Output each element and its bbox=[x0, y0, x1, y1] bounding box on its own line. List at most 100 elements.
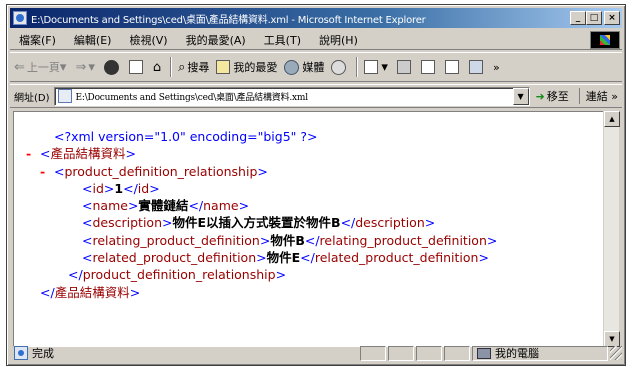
media-label: 媒體 bbox=[302, 61, 325, 74]
status-bar: 完成 我的電腦 bbox=[10, 344, 622, 362]
menu-help[interactable]: 說明(H) bbox=[310, 32, 367, 48]
root-open-line: - <產品結構資料> bbox=[26, 145, 136, 162]
menu-favorites[interactable]: 我的最愛(A) bbox=[177, 32, 255, 48]
minimize-button[interactable]: _ bbox=[570, 11, 586, 25]
mail-button[interactable]: ▾ bbox=[364, 60, 390, 75]
scroll-up-icon[interactable]: ▲ bbox=[604, 111, 620, 127]
document-view[interactable]: <?xml version="1.0" encoding="big5" ?> -… bbox=[13, 111, 614, 347]
go-arrow-icon: ➜ bbox=[535, 89, 545, 103]
history-icon bbox=[331, 59, 347, 75]
root-tag: 產品結構資料 bbox=[50, 146, 126, 162]
menu-bar: 檔案(F) 編輯(E) 檢視(V) 我的最愛(A) 工具(T) 說明(H) bbox=[10, 30, 622, 50]
collapse-relationship-toggle[interactable]: - bbox=[40, 163, 54, 180]
media-icon bbox=[284, 59, 300, 75]
field-close-tag: description bbox=[355, 215, 425, 231]
resize-grip-icon[interactable] bbox=[610, 346, 622, 360]
field-close-tag: related_product_definition bbox=[314, 250, 479, 266]
my-computer-icon bbox=[477, 347, 491, 359]
menu-edit[interactable]: 編輯(E) bbox=[65, 32, 121, 48]
address-label: 網址(D) bbox=[14, 92, 50, 104]
go-button[interactable]: ➜ 移至 bbox=[536, 88, 569, 104]
vertical-scrollbar[interactable]: ▲ ▼ bbox=[603, 111, 620, 347]
discuss-icon bbox=[444, 60, 459, 74]
xml-declaration: <?xml version="1.0" encoding="big5" ?> bbox=[54, 129, 318, 144]
xml-field-line: <relating_product_definition>物件B</relati… bbox=[82, 232, 498, 248]
done-page-icon bbox=[14, 346, 28, 360]
relationship-tag: product_definition_relationship bbox=[64, 163, 258, 179]
xml-field-line: <description>物件E以插入方式裝置於物件B</description… bbox=[82, 215, 436, 231]
history-button[interactable] bbox=[331, 59, 349, 75]
home-button[interactable]: ⌂ bbox=[153, 60, 163, 75]
field-close-tag: id bbox=[137, 180, 150, 196]
back-label: 上一頁 bbox=[26, 61, 60, 74]
print-icon bbox=[396, 60, 411, 74]
messenger-button[interactable] bbox=[468, 60, 486, 74]
menu-tools[interactable]: 工具(T) bbox=[255, 32, 310, 48]
links-button[interactable]: 連結 » bbox=[578, 88, 618, 104]
root-close-tag: 產品結構資料 bbox=[54, 284, 130, 300]
home-icon: ⌂ bbox=[152, 59, 162, 75]
status-text: 完成 bbox=[32, 347, 54, 360]
windows-logo-icon bbox=[590, 31, 620, 49]
back-button[interactable]: ⇐ 上一頁 ▾ bbox=[14, 59, 68, 75]
stop-button[interactable] bbox=[103, 59, 122, 75]
status-pane bbox=[360, 345, 386, 361]
print-button[interactable] bbox=[396, 60, 414, 74]
menu-view[interactable]: 檢視(V) bbox=[120, 32, 176, 48]
title-bar[interactable]: E:\Documents and Settings\ced\桌面\產品結構資料.… bbox=[10, 8, 622, 28]
refresh-button[interactable] bbox=[128, 60, 146, 74]
search-label: 搜尋 bbox=[187, 61, 210, 74]
field-tag: related_product_definition bbox=[92, 250, 257, 266]
field-tag: name bbox=[92, 198, 128, 214]
edit-icon bbox=[420, 60, 435, 74]
field-value: 物件E bbox=[266, 250, 301, 266]
close-button[interactable]: × bbox=[604, 11, 620, 25]
discuss-button[interactable] bbox=[444, 60, 462, 74]
field-value: 物件B bbox=[270, 232, 305, 248]
media-button[interactable]: 媒體 bbox=[284, 59, 324, 75]
xml-field-line: <name>實體鏈結</name> bbox=[82, 198, 250, 214]
favorites-button[interactable]: 我的最愛 bbox=[216, 59, 277, 75]
back-arrow-icon: ⇐ bbox=[14, 59, 25, 75]
forward-button[interactable]: ⇒ ▾ bbox=[75, 60, 96, 75]
search-icon: ⌕ bbox=[178, 59, 186, 75]
window-title: E:\Documents and Settings\ced\桌面\產品結構資料.… bbox=[31, 14, 426, 26]
zone-label: 我的電腦 bbox=[495, 347, 539, 360]
status-pane bbox=[388, 345, 414, 361]
favorites-label: 我的最愛 bbox=[233, 61, 278, 74]
messenger-icon bbox=[468, 60, 483, 74]
standard-toolbar: ⇐ 上一頁 ▾ ⇒ ▾ ⌂ ⌕ 搜尋 我的最愛 媒體 ▾ » bbox=[10, 52, 622, 82]
forward-arrow-icon: ⇒ bbox=[75, 59, 87, 75]
field-tag: relating_product_definition bbox=[92, 232, 260, 248]
window-controls: _ □ × bbox=[570, 11, 620, 25]
relationship-close-tag: product_definition_relationship bbox=[82, 267, 276, 283]
maximize-button[interactable]: □ bbox=[586, 11, 602, 25]
status-pane bbox=[444, 345, 470, 361]
refresh-icon bbox=[128, 60, 143, 74]
field-tag: description bbox=[92, 215, 162, 231]
mail-icon bbox=[364, 60, 379, 74]
stop-icon bbox=[103, 59, 119, 75]
xml-field-line: <related_product_definition>物件E</related… bbox=[82, 250, 489, 266]
menu-file[interactable]: 檔案(F) bbox=[10, 32, 65, 48]
search-button[interactable]: ⌕ 搜尋 bbox=[178, 59, 209, 75]
field-tag: id bbox=[92, 180, 104, 196]
ie-page-icon bbox=[13, 11, 27, 25]
field-value: 物件E以插入方式裝置於物件B bbox=[172, 215, 341, 231]
toolbar-separator-2 bbox=[356, 57, 359, 77]
xml-field-line: <id>1</id> bbox=[82, 180, 160, 196]
toolbar-more-button[interactable]: » bbox=[493, 61, 500, 74]
xml-file-icon bbox=[57, 89, 72, 103]
address-input[interactable]: E:\Documents and Settings\ced\桌面\產品結構資料.… bbox=[53, 86, 530, 106]
field-close-tag: relating_product_definition bbox=[319, 232, 487, 248]
back-dropdown-icon: ▾ bbox=[59, 59, 67, 75]
forward-dropdown-icon: ▾ bbox=[88, 59, 95, 75]
address-value: E:\Documents and Settings\ced\桌面\產品結構資料.… bbox=[75, 92, 309, 103]
xml-declaration-line: <?xml version="1.0" encoding="big5" ?> bbox=[26, 128, 497, 145]
xml-tree: <?xml version="1.0" encoding="big5" ?> -… bbox=[26, 128, 497, 301]
collapse-root-toggle[interactable]: - bbox=[26, 145, 40, 162]
edit-button[interactable] bbox=[420, 60, 438, 74]
field-close-tag: name bbox=[203, 198, 239, 214]
relationship-open-line: - <product_definition_relationship> bbox=[40, 163, 268, 180]
address-dropdown-icon[interactable]: ▼ bbox=[512, 87, 529, 105]
